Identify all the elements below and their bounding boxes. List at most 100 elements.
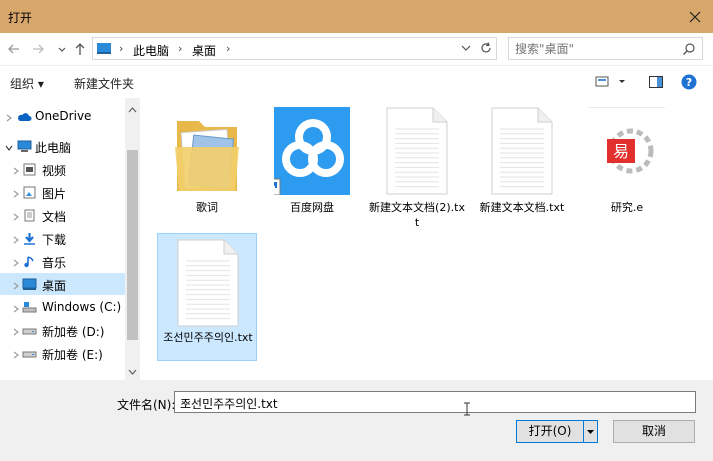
new-folder-button[interactable]: 新建文件夹	[74, 75, 134, 92]
sidebar-item-label: 桌面	[42, 279, 67, 293]
navigation-pane: OneDrive 此电脑视频图片文档下载音乐桌面 Windows (C:) 新加卷 (…	[0, 98, 140, 380]
video-folder-icon	[22, 163, 37, 176]
chevron-right-icon[interactable]	[12, 348, 20, 359]
sidebar-item-label: 下载	[42, 233, 67, 247]
sidebar-item[interactable]: 此电脑	[0, 135, 125, 157]
sidebar-item-label: 图片	[42, 187, 67, 201]
chevron-down-icon	[587, 430, 594, 434]
chevron-right-icon[interactable]: ›	[226, 42, 230, 55]
chevron-right-icon[interactable]	[12, 164, 20, 175]
file-item[interactable]: 新建文本文档.txt	[472, 102, 572, 220]
chevron-right-icon[interactable]	[5, 111, 13, 122]
file-item[interactable]: 歌词	[157, 102, 257, 220]
chevron-right-icon[interactable]	[12, 210, 20, 221]
chevron-right-icon[interactable]	[12, 233, 20, 244]
navigation-bar: › 此电脑 › 桌面 ›	[0, 33, 713, 65]
up-arrow-icon[interactable]	[72, 41, 88, 57]
chevron-right-icon[interactable]: ›	[119, 42, 123, 55]
sidebar-item[interactable]: 桌面	[0, 273, 125, 295]
chevron-right-icon[interactable]	[12, 187, 20, 198]
sidebar-item-label: 此电脑	[35, 141, 72, 155]
chevron-down-icon[interactable]	[459, 41, 473, 55]
scrollbar-thumb[interactable]	[127, 150, 138, 340]
cloud-icon	[17, 110, 32, 123]
file-item[interactable]: 조선민주주의인.txt	[157, 233, 257, 361]
drive-icon	[22, 347, 37, 360]
text-cursor-icon	[464, 402, 470, 416]
breadcrumb-item-desktop[interactable]: 桌面	[192, 42, 216, 59]
sidebar-item-label: 文档	[42, 210, 67, 224]
search-input[interactable]	[515, 41, 675, 57]
drive-c-icon	[22, 301, 37, 314]
file-name: 新建文本文档.txt	[479, 201, 565, 214]
filename-label: 文件名(N):	[117, 398, 176, 412]
refresh-icon[interactable]	[479, 41, 493, 55]
e-language-icon: 易	[576, 106, 670, 200]
scroll-down-icon[interactable]	[128, 364, 137, 378]
sidebar-item[interactable]: 新加卷 (E:)	[0, 342, 125, 364]
chevron-down-icon[interactable]	[5, 141, 13, 151]
command-bar: 组织 ▾ 新建文件夹 ?	[0, 65, 713, 98]
chevron-right-icon[interactable]	[12, 325, 20, 336]
open-options-dropdown[interactable]	[583, 420, 598, 443]
address-bar[interactable]: › 此电脑 › 桌面 ›	[92, 37, 497, 60]
organize-button[interactable]: 组织 ▾	[10, 75, 44, 92]
pictures-folder-icon	[22, 186, 37, 199]
sidebar-item[interactable]: 下载	[0, 227, 125, 249]
sidebar-item[interactable]: Windows (C:)	[0, 296, 125, 318]
text-file-icon	[170, 239, 246, 327]
svg-text:?: ?	[686, 76, 692, 89]
sidebar-item-label: 视频	[42, 164, 67, 178]
documents-folder-icon	[22, 209, 37, 222]
sidebar-item[interactable]: 新加卷 (D:)	[0, 319, 125, 341]
sidebar-item[interactable]: 音乐	[0, 250, 125, 272]
file-item[interactable]: 易研究.e	[576, 102, 677, 220]
search-box[interactable]	[508, 37, 703, 60]
chevron-down-icon[interactable]	[180, 397, 691, 412]
drive-icon	[22, 324, 37, 337]
view-options-icon[interactable]	[595, 74, 627, 93]
sidebar-item-label: 新加卷 (D:)	[42, 325, 105, 339]
chevron-right-icon[interactable]	[12, 279, 20, 290]
window-title: 打开	[8, 11, 33, 25]
music-icon	[22, 255, 37, 268]
file-name: 조선민주주의인.txt	[163, 331, 253, 344]
file-item[interactable]: 新建文本文档(2).txt	[367, 102, 467, 229]
open-button[interactable]: 打开(O)	[516, 420, 584, 443]
filename-field[interactable]: 조선민주주의인.txt	[174, 391, 696, 413]
file-list: 歌词 百度网盘 新建文本文档(2).txt 新建文本文档.txt 易研究.e 조선민주주의…	[140, 98, 713, 380]
file-name: 歌词	[196, 201, 218, 214]
svg-text:易: 易	[613, 142, 629, 161]
chevron-down-icon[interactable]	[54, 41, 70, 57]
chevron-right-icon[interactable]: ›	[178, 42, 182, 55]
scroll-up-icon[interactable]	[128, 102, 137, 116]
chevron-right-icon[interactable]	[12, 302, 20, 313]
close-icon[interactable]	[685, 7, 705, 27]
cancel-button[interactable]: 取消	[613, 420, 695, 443]
search-icon[interactable]	[682, 42, 696, 59]
download-icon	[22, 232, 37, 245]
forward-arrow-icon[interactable]	[30, 41, 46, 57]
sidebar-item-label: 音乐	[42, 256, 67, 270]
sidebar-item[interactable]: 图片	[0, 181, 125, 203]
baidu-netdisk-icon	[262, 107, 354, 199]
help-icon[interactable]: ?	[681, 74, 697, 93]
title-bar: 打开	[0, 0, 713, 33]
sidebar-item[interactable]: 视频	[0, 158, 125, 180]
back-arrow-icon[interactable]	[6, 41, 22, 57]
text-file-icon	[484, 107, 560, 195]
dialog-footer: 文件名(N): 조선민주주의인.txt 打开(O) 取消	[0, 380, 713, 461]
file-name: 新建文本文档(2).txt	[369, 201, 465, 229]
sidebar-item[interactable]: 文档	[0, 204, 125, 226]
file-name: 研究.e	[610, 201, 644, 214]
file-item[interactable]: 百度网盘	[262, 102, 362, 220]
preview-pane-icon[interactable]	[648, 74, 664, 93]
folder-icon	[169, 107, 245, 195]
sidebar-item-label: OneDrive	[35, 109, 92, 123]
breadcrumb-item-this-pc[interactable]: 此电脑	[133, 42, 169, 59]
desktop-icon	[22, 278, 37, 291]
sidebar-item[interactable]: OneDrive	[0, 105, 125, 127]
sidebar-scrollbar[interactable]	[125, 98, 140, 380]
computer-icon	[97, 43, 111, 54]
chevron-right-icon[interactable]	[12, 256, 20, 267]
